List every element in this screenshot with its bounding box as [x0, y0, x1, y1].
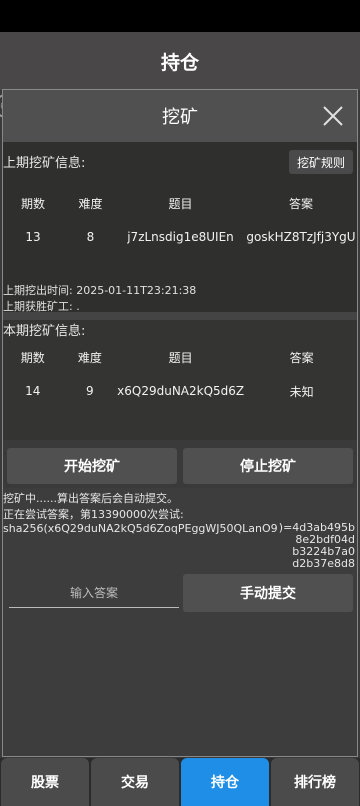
mining-controls: 开始挖矿 停止挖矿 [3, 440, 357, 488]
log-line: sha256(x6Q29duNA2kQ5d6ZoqPEggWJ50QLanO9 [3, 522, 278, 535]
previous-round-table: 期数 难度 题目 答案 13 8 j7zLnsdig1e8UIEn goskHZ… [3, 186, 359, 254]
manual-submit-row: 手动提交 [3, 574, 357, 618]
bottom-nav: 股票 交易 持仓 排行榜 [0, 758, 360, 806]
cell-answer: goskHZ8TzJfj3YgU [246, 230, 356, 244]
dialog-title: 挖矿 [162, 107, 198, 128]
header-answer: 答案 [289, 350, 314, 365]
status-bar [0, 0, 360, 32]
header-round: 期数 [20, 196, 45, 211]
previous-miner-line: 上期获胜矿工: . [3, 298, 80, 314]
previous-miner-label: 上期获胜矿工: [3, 300, 73, 313]
table-row: 13 8 j7zLnsdig1e8UIEn goskHZ8TzJfj3YgU [3, 220, 359, 254]
cell-answer: 未知 [289, 384, 314, 399]
header-difficulty: 难度 [77, 350, 102, 365]
header-round: 期数 [20, 350, 45, 365]
header-difficulty: 难度 [78, 196, 103, 211]
hash-line: d2b37e8d8 [292, 557, 355, 570]
cell-round: 13 [25, 230, 41, 244]
table-header-row: 期数 难度 题目 答案 [3, 186, 359, 220]
close-icon[interactable] [321, 104, 345, 128]
dialog-header: 挖矿 [3, 90, 357, 142]
log-line: 正在尝试答案，第13390000次尝试: [3, 508, 184, 521]
table-header-row: 期数 难度 题目 答案 [3, 340, 359, 374]
current-round-label: 本期挖矿信息: [3, 324, 86, 339]
table-row: 14 9 x6Q29duNA2kQ5d6Z 未知 [3, 374, 359, 408]
cell-difficulty: 9 [86, 384, 94, 398]
current-round-table: 期数 难度 题目 答案 14 9 x6Q29duNA2kQ5d6Z 未知 [3, 340, 359, 408]
header-answer: 答案 [288, 196, 313, 211]
previous-miner-value: . [76, 300, 80, 313]
previous-time-line: 上期挖出时间: 2025-01-11T23:21:38 [3, 282, 196, 298]
cell-question: x6Q29duNA2kQ5d6Z [117, 384, 245, 398]
cell-question: j7zLnsdig1e8UIEn [127, 230, 234, 244]
mining-log: 挖矿中......算出答案后会自动提交。 正在尝试答案，第13390000次尝试… [3, 488, 357, 574]
log-line: 挖矿中......算出答案后会自动提交。 [3, 492, 178, 505]
nav-tab-trade[interactable]: 交易 [91, 758, 179, 806]
cell-difficulty: 8 [86, 230, 95, 244]
mining-rules-button[interactable]: 挖矿规则 [289, 150, 353, 174]
nav-tab-holdings[interactable]: 持仓 [181, 758, 269, 806]
page-title: 持仓 [160, 51, 199, 74]
hash-output: )=4d3ab495b 8e2bdf04d b3224b7a0 d2b37e8d… [279, 522, 355, 570]
app-header: 持仓 [0, 32, 360, 90]
stop-mining-button[interactable]: 停止挖矿 [183, 448, 353, 484]
nav-tab-stocks[interactable]: 股票 [1, 758, 89, 806]
cell-round: 14 [25, 384, 41, 398]
mining-dialog: 挖矿 上期挖矿信息: 挖矿规则 期数 难度 题目 答案 13 8 j7zLnsd… [2, 89, 358, 757]
answer-input[interactable] [9, 578, 179, 608]
previous-time-label: 上期挖出时间: [3, 284, 73, 297]
previous-time-value: 2025-01-11T23:21:38 [76, 284, 197, 297]
header-question: 题目 [168, 350, 193, 365]
header-question: 题目 [168, 196, 193, 211]
previous-round-label: 上期挖矿信息: [3, 156, 86, 171]
manual-submit-button[interactable]: 手动提交 [183, 574, 353, 612]
previous-round-section: 上期挖矿信息: 挖矿规则 期数 难度 题目 答案 13 8 j7zLnsdig1… [3, 142, 359, 314]
start-mining-button[interactable]: 开始挖矿 [7, 448, 177, 484]
nav-tab-leaderboard[interactable]: 排行榜 [271, 758, 359, 806]
current-round-section: 本期挖矿信息: 期数 难度 题目 答案 14 9 x6Q29duNA2kQ5d6… [3, 320, 357, 440]
